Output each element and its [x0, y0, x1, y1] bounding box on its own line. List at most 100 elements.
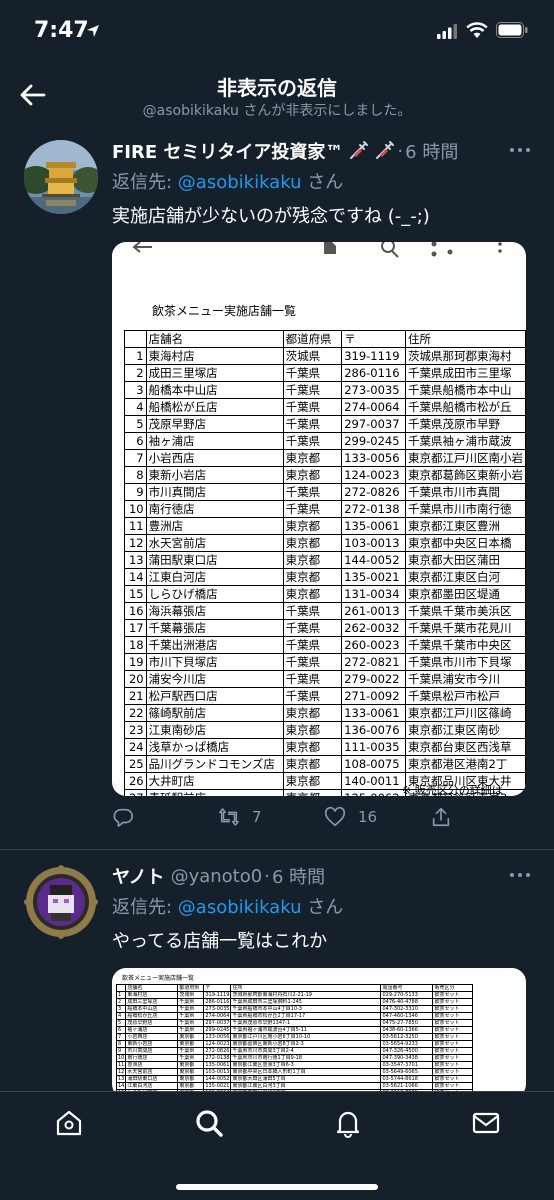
reply-icon	[113, 808, 133, 827]
mention-link[interactable]: @asobikikaku	[178, 897, 302, 918]
table-cell: 市川下貝塚店	[145, 653, 284, 671]
table-cell: 03-3547-3701	[380, 1061, 434, 1069]
table-cell: 4	[124, 398, 147, 416]
table-cell: 千葉県千葉市中央区	[404, 636, 526, 654]
like-button[interactable]: 16	[324, 806, 377, 828]
table-cell: 千葉県	[177, 1047, 205, 1055]
table-cell: 299-0245	[203, 1026, 232, 1034]
table-cell: 0476-40-4788	[380, 998, 434, 1006]
table-cell: 千葉県	[177, 1005, 205, 1013]
table-cell: 8	[124, 466, 147, 484]
document-footer-note: ※ 販売区分の詳細は	[402, 784, 503, 796]
table-cell: 水天宮前店	[125, 1068, 179, 1076]
table-row: 16 海浜幕張店 千葉県 261-0013 千葉県千葉市美浜区	[124, 602, 526, 620]
tweet[interactable]: FIRE セミリタイア投資家™ · 6 時間 返信先: @asobikikaku…	[0, 126, 554, 850]
table-cell: 124-0023	[341, 466, 406, 484]
table-cell: 140-0011	[341, 772, 406, 790]
reply-button[interactable]	[112, 806, 134, 828]
table-cell: 東京都中央区日本橋	[404, 534, 526, 552]
retweet-button[interactable]: 7	[218, 806, 262, 828]
table-cell: 東京都	[282, 704, 343, 722]
column-header	[115, 984, 127, 992]
table-cell: 03-5654-9233	[380, 1040, 434, 1048]
table-cell: 272-0138	[203, 1054, 232, 1062]
mention-link[interactable]: @asobikikaku	[178, 172, 302, 193]
display-name[interactable]: FIRE セミリタイア投資家™	[112, 138, 343, 164]
avatar[interactable]	[24, 140, 98, 214]
more-options-icon[interactable]	[508, 140, 532, 160]
table-cell: 260-0023	[341, 636, 406, 654]
separator-dot: ·	[397, 140, 404, 162]
table-cell: 2	[115, 998, 127, 1006]
messages-mail-icon[interactable]	[471, 1108, 501, 1138]
table-cell: 蒲田駅東口店	[145, 551, 284, 569]
table-cell: 東新小岩店	[125, 1040, 179, 1048]
table-cell: 1	[124, 347, 147, 365]
table-cell: 3	[124, 381, 147, 399]
table-cell: 千葉県	[282, 619, 343, 637]
timestamp[interactable]: 6 時間	[272, 863, 325, 889]
table-cell: 茂原早野店	[125, 1019, 179, 1027]
table-cell: 千葉県	[177, 998, 205, 1006]
table-cell: 東京都	[282, 551, 343, 569]
table-cell: しらひげ橋店	[145, 585, 284, 603]
table-cell: 東京都江東区豊洲	[404, 517, 526, 535]
table-cell: 9	[124, 483, 147, 501]
avatar[interactable]	[24, 865, 98, 939]
table-cell: 千葉県成田市三里塚	[404, 364, 526, 382]
table-cell: 297-0037	[203, 1019, 232, 1027]
table-cell: 東京都江東区豊洲3丁目6-3	[230, 1061, 382, 1069]
share-button[interactable]	[430, 806, 452, 828]
page-subtitle: @asobikikaku さんが非表示にしました。	[142, 103, 412, 119]
more-options-icon[interactable]	[508, 865, 532, 885]
table-row: 20 浦安今川店 千葉県 279-0022 千葉県浦安市今川	[124, 670, 526, 688]
table-row: 2 成田三里塚店 千葉県 286-0116 千葉県成田市三里塚御料1-245 0476-4…	[115, 998, 474, 1006]
table-cell: 市川真間店	[145, 483, 284, 501]
tweet-image[interactable]: 飲茶メニュー実施店舗一覧 店舗名 都道府県〒住所 電話番号 販売区分 1 東海村店 茨城県 3…	[112, 968, 526, 1091]
table-cell: 篠崎駅前店	[145, 704, 284, 722]
table-cell: 10	[124, 500, 147, 518]
table-row: 5 茂原早野店 千葉県 297-0037 千葉県茂原市早野1347-1 0475-27-7…	[115, 1019, 474, 1027]
tweet[interactable]: ヤノト @yanoto0 · 6 時間 返信先: @asobikikaku さん…	[0, 851, 554, 1091]
table-row: 23 江東南砂店 東京都 136-0076 東京都江東区南砂	[124, 721, 526, 739]
table-cell: 東京都	[282, 534, 343, 552]
table-cell: 5	[115, 1019, 127, 1027]
heart-icon	[324, 806, 346, 827]
table-cell: 03-5612-3250	[380, 1033, 434, 1041]
table-cell: 飲茶セット	[432, 1061, 474, 1069]
page-title: 非表示の返信	[217, 76, 337, 100]
table-cell: 7	[115, 1033, 127, 1041]
search-icon[interactable]	[194, 1108, 224, 1138]
table-row: 14 江東白河店 東京都 135-0021 東京都江東区白河3丁目 03-5621-106…	[115, 1082, 474, 1090]
table-cell: 千葉県船橋市松が丘	[404, 398, 526, 416]
table-cell: 南行徳店	[125, 1054, 179, 1062]
notifications-bell-icon[interactable]	[333, 1108, 363, 1138]
tweet-image[interactable]: 飲茶メニュー実施店舗一覧 店舗名 都道府県〒住所 1 東海村店 茨城県 319-1119…	[112, 242, 526, 796]
handle[interactable]: @yanoto0	[171, 866, 263, 887]
table-cell: 27	[124, 789, 147, 796]
wifi-icon	[466, 22, 488, 38]
timestamp[interactable]: 6 時間	[405, 138, 458, 164]
table-row: 22 篠崎駅前店 東京都 133-0061 東京都江戸川区篠崎	[124, 704, 526, 722]
table-cell: 297-0037	[341, 415, 406, 433]
table-cell: 273-0035	[203, 1005, 232, 1013]
table-cell: 13	[115, 1075, 127, 1083]
table-row: 10 南行徳店 千葉県 272-0138 千葉県市川市南行徳1丁目9-18 047-390…	[115, 1054, 474, 1062]
table-row: 18 千葉出洲港店 千葉県 260-0023 千葉県千葉市中央区	[124, 636, 526, 654]
table-cell: 047-302-3310	[380, 1005, 434, 1013]
column-header: 販売区分	[432, 984, 474, 992]
tweet-text: やってる店舗一覧はこれか	[112, 931, 328, 952]
table-cell: 144-0052	[203, 1075, 232, 1083]
table-cell: 千葉県	[282, 653, 343, 671]
table-cell: 浦安今川店	[145, 670, 284, 688]
display-name[interactable]: ヤノト	[112, 863, 165, 889]
table-cell: 103-0013	[203, 1068, 232, 1076]
table-cell: 135-0061	[203, 1061, 232, 1069]
table-row: 25 品川グランドコモンズ店 東京都 108-0075 東京都港区港南2丁	[124, 755, 526, 773]
table-row: 6 袖ヶ浦店 千葉県 299-0245 千葉県袖ヶ浦市蔵波	[124, 432, 526, 450]
home-icon[interactable]	[54, 1108, 84, 1138]
table-cell: 東京都	[177, 1068, 205, 1076]
table-cell: 03-5744-8618	[380, 1075, 434, 1083]
tweet-text: 実施店舗が少ないのが残念ですね (-_-;)	[112, 206, 430, 227]
table-cell: 海浜幕張店	[145, 602, 284, 620]
